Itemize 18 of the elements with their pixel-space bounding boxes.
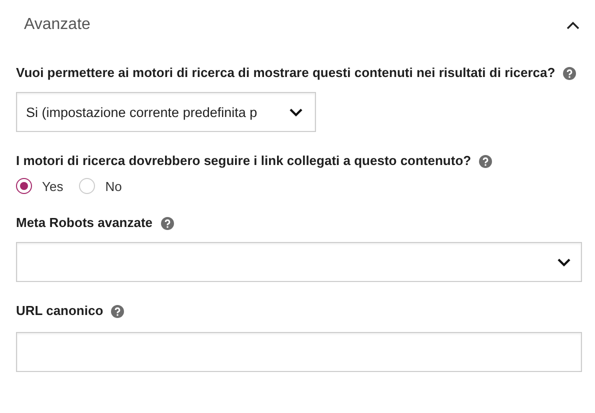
field-label: I motori di ricerca dovrebbero seguire i link collegati a questo contenuto?	[16, 152, 472, 170]
select-field[interactable]	[16, 242, 582, 282]
radio-option[interactable]: No	[79, 178, 122, 194]
chevron-down-icon	[289, 108, 303, 116]
select-field[interactable]: Si (impostazione corrente predefinita p	[16, 92, 316, 132]
radio-button[interactable]	[16, 178, 32, 194]
help-icon[interactable]	[563, 66, 576, 80]
help-icon[interactable]	[160, 216, 174, 230]
radio-option[interactable]: Yes	[16, 178, 64, 194]
select-value: Si (impostazione corrente predefinita p	[26, 104, 258, 120]
field-label: URL canonico	[16, 302, 104, 320]
text-input[interactable]	[16, 332, 582, 372]
section-title: Avanzate	[24, 16, 90, 34]
chevron-down-icon	[557, 258, 571, 266]
field-label: Meta Robots avanzate	[16, 214, 153, 232]
help-icon[interactable]	[479, 154, 492, 168]
field-label: Vuoi permettere ai motori di ricerca di mostrare questi contenuti nei risultati di ricerca?	[16, 64, 556, 82]
help-icon[interactable]	[111, 304, 124, 318]
